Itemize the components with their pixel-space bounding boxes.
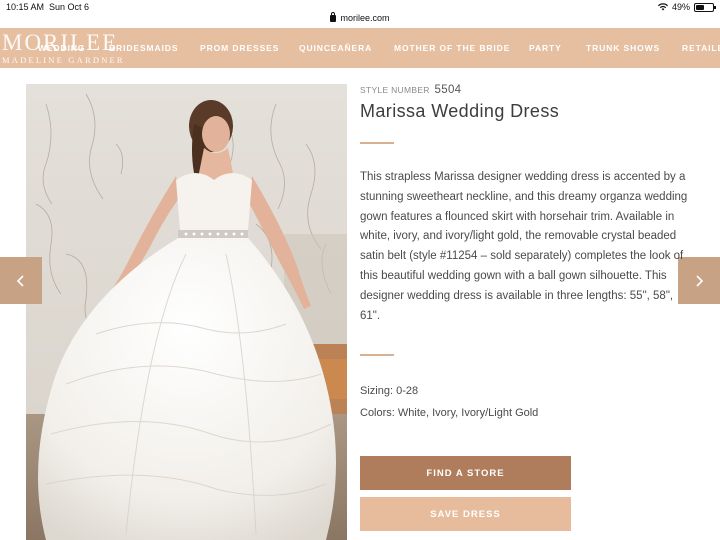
save-dress-button[interactable]: SAVE DRESS (360, 497, 571, 531)
product-details: STYLE NUMBER 5504 (360, 84, 690, 98)
product-colors: Colors: White, Ivory, Ivory/Light Gold (360, 407, 539, 419)
address-bar[interactable]: morilee.com (0, 12, 720, 23)
product-title: Marissa Wedding Dress (360, 101, 560, 121)
nav-item-wedding[interactable]: WEDDING (38, 43, 85, 53)
status-bar: 10:15 AM Sun Oct 6 morilee.com 49% (0, 0, 720, 28)
nav-item-trunk-shows[interactable]: TRUNK SHOWS (586, 43, 660, 53)
nav-item-bridesmaids[interactable]: BRIDESMAIDS (109, 43, 178, 53)
battery-icon (694, 2, 716, 12)
chevron-right-icon (696, 274, 704, 287)
main-nav: WEDDING BRIDESMAIDS PROM DRESSES QUINCEA… (0, 43, 720, 57)
nav-item-quinceanera[interactable]: QUINCEAÑERA (299, 43, 372, 53)
description-divider (360, 354, 394, 356)
site-header: MORILEE MADELINE GARDNER WEDDING BRIDESM… (0, 28, 720, 68)
wifi-icon (657, 3, 668, 11)
status-indicators: 49% (657, 2, 716, 12)
status-time: 10:15 AM (6, 2, 45, 12)
lock-icon (330, 12, 337, 22)
battery-percent: 49% (671, 2, 690, 12)
nav-item-prom-dresses[interactable]: PROM DRESSES (200, 43, 279, 53)
status-date: Sun Oct 6 (49, 2, 90, 12)
nav-item-mother-of-the-bride[interactable]: MOTHER OF THE BRIDE (394, 43, 510, 53)
style-number-value: 5504 (434, 84, 462, 96)
product-sizing: Sizing: 0-28 (360, 385, 419, 397)
chevron-left-icon (16, 274, 24, 287)
style-number-line: STYLE NUMBER 5504 (360, 84, 690, 98)
prev-arrow-button[interactable] (0, 257, 42, 304)
find-a-store-button[interactable]: FIND A STORE (360, 456, 571, 490)
product-photo[interactable] (26, 84, 347, 540)
url-text: morilee.com (340, 13, 390, 23)
product-description: This strapless Marissa designer wedding … (360, 171, 688, 322)
wedding-dress-illustration (26, 84, 347, 540)
nav-item-retailers[interactable]: RETAILE (682, 43, 720, 53)
nav-item-party[interactable]: PARTY (529, 43, 562, 53)
style-number-label: STYLE NUMBER (360, 85, 430, 95)
title-divider (360, 142, 394, 144)
